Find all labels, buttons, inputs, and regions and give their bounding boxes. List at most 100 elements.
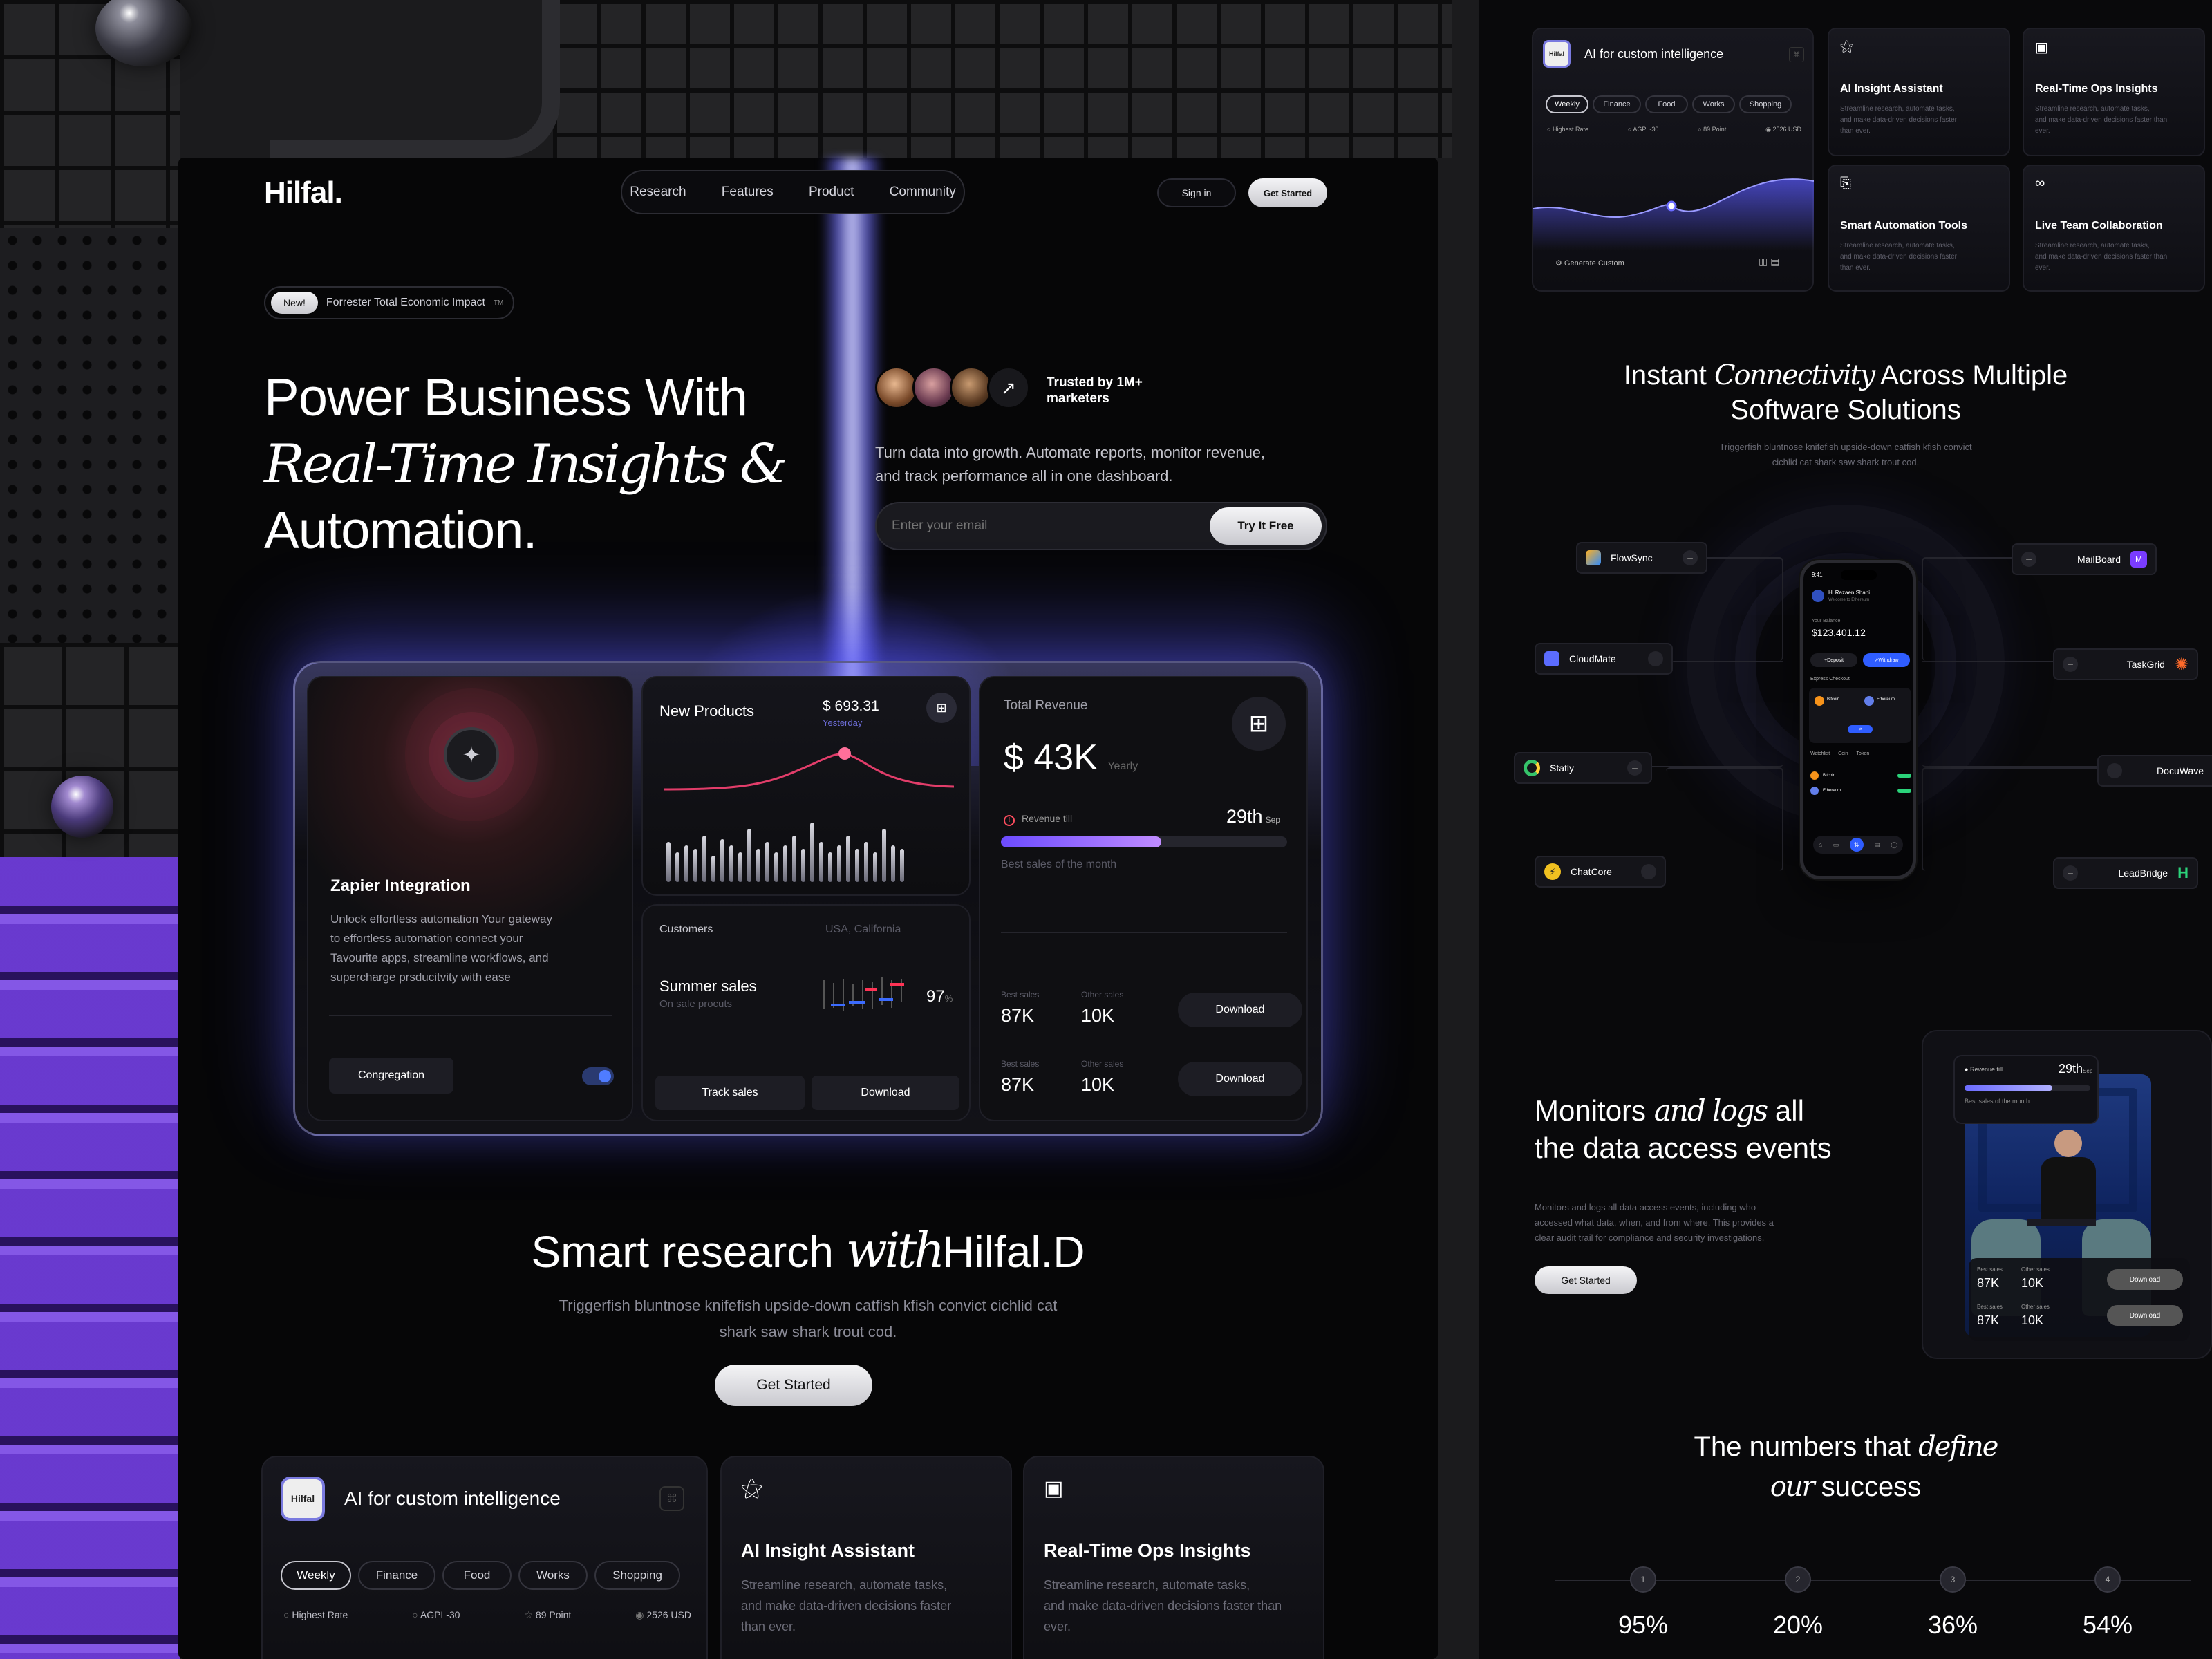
divider <box>329 1015 612 1016</box>
revenue-progress-fill <box>1001 836 1161 847</box>
products-bar <box>891 845 895 882</box>
download-button[interactable]: Download <box>2107 1305 2183 1326</box>
buy-button[interactable]: ⇄ <box>1848 725 1873 733</box>
minus-icon[interactable]: – <box>2107 763 2122 778</box>
products-bar <box>765 842 769 882</box>
minus-icon[interactable]: – <box>2063 865 2078 881</box>
page: Hilfal. Research Features Product Commun… <box>0 0 2212 1659</box>
connector-line <box>1673 661 1783 662</box>
monitor-sales-card: Best sales 87K Other sales 10K Download … <box>1969 1258 2190 1341</box>
products-bar <box>684 845 688 882</box>
connector-line <box>1645 726 1783 767</box>
revenue-amount: $ 43K Yearly <box>1004 738 1138 778</box>
announcement-badge[interactable]: New! Forrester Total Economic Impact TM <box>264 286 515 319</box>
command-icon[interactable]: ⌘ <box>659 1486 684 1511</box>
landing-page: Hilfal. Research Features Product Commun… <box>178 158 1438 1659</box>
customers-download-button[interactable]: Download <box>812 1076 959 1110</box>
phone-tabbar: ⌂ ▭ ⇅ ▤ ◯ <box>1813 836 1903 854</box>
nav-research[interactable]: Research <box>630 185 686 200</box>
wallet-icon[interactable]: ▭ <box>1833 841 1839 849</box>
integration-flowsync[interactable]: FlowSync – <box>1576 542 1707 574</box>
download-button[interactable]: Download <box>1178 1062 1302 1096</box>
tag-weekly[interactable]: Weekly <box>281 1561 351 1590</box>
revenue-date: 29th Sep <box>1226 806 1280 827</box>
home-icon[interactable]: ⌂ <box>1819 841 1822 848</box>
user-icon[interactable]: ◯ <box>1891 841 1897 849</box>
minus-icon[interactable]: – <box>2063 657 2078 672</box>
connector-line <box>1666 767 1783 871</box>
tag-works[interactable]: Works <box>518 1561 588 1590</box>
command-icon[interactable]: ⌘ <box>1789 47 1804 62</box>
integration-statly[interactable]: Statly – <box>1514 752 1652 784</box>
new-badge: New! <box>271 292 318 314</box>
photo-person <box>2054 1130 2082 1157</box>
signin-button[interactable]: Sign in <box>1157 178 1236 207</box>
ai-card-stats: ○ Highest Rate ○ AGPL-30 ☆ 89 Point ◉ 25… <box>283 1609 691 1621</box>
integration-taskgrid[interactable]: – TaskGrid ✺ <box>2053 648 2198 680</box>
hilfal-logo-icon: Hilfal <box>281 1477 325 1521</box>
congregation-button[interactable]: Congregation <box>329 1058 453 1094</box>
arrow-up-right-icon[interactable]: ↗ <box>987 366 1030 409</box>
nav-features[interactable]: Features <box>722 185 774 200</box>
summer-sales-sub: On sale procuts <box>659 998 733 1010</box>
download-button[interactable]: Download <box>1178 993 1302 1027</box>
withdraw-button[interactable]: ↗ Withdraw <box>1863 653 1910 667</box>
integration-cloudmate[interactable]: CloudMate – <box>1535 643 1673 675</box>
minus-icon[interactable]: – <box>1683 550 1698 565</box>
chart-icons[interactable]: ▥ ▤ <box>1759 256 1779 268</box>
deposit-button[interactable]: + Deposit <box>1810 653 1857 667</box>
grid-icon[interactable]: ⊞ <box>926 693 957 723</box>
smart-get-started-button[interactable]: Get Started <box>715 1365 872 1406</box>
toggle-switch[interactable] <box>582 1067 614 1085</box>
tag-shopping[interactable]: Shopping <box>594 1561 680 1590</box>
ai-card-title: AI for custom intelligence <box>344 1488 561 1509</box>
email-input[interactable] <box>892 518 1196 534</box>
leadbridge-icon: H <box>2177 864 2188 881</box>
avatar <box>1812 590 1824 602</box>
monitor-get-started-button[interactable]: Get Started <box>1535 1266 1637 1294</box>
track-sales-button[interactable]: Track sales <box>655 1076 805 1110</box>
hero-line-3: Automation. <box>264 501 538 560</box>
integration-mailboard[interactable]: – MailBoard M <box>2012 543 2157 575</box>
minus-icon[interactable]: – <box>1648 651 1663 666</box>
trusted-text: Trusted by 1M+ marketers <box>1047 375 1143 406</box>
connector-line <box>1922 557 2025 661</box>
products-bar <box>774 852 778 882</box>
integration-leadbridge[interactable]: – LeadBridge H <box>2053 857 2198 889</box>
background-stairs <box>0 857 180 1659</box>
products-bar <box>747 829 751 882</box>
swap-icon[interactable]: ⇅ <box>1849 838 1864 852</box>
feature-card-insight: ⚝ AI Insight Assistant Streamline resear… <box>720 1456 1012 1659</box>
monitor-image-card: ● Revenue till 29thSep Best sales of the… <box>1922 1030 2212 1359</box>
zapier-title: Zapier Integration <box>330 877 471 895</box>
summer-sales-chart <box>823 977 904 1011</box>
background-sphere <box>51 776 113 838</box>
smart-research-title: Smart research withHilfal.D <box>531 1222 1085 1279</box>
mailboard-icon: M <box>2130 551 2147 568</box>
get-started-button[interactable]: Get Started <box>1248 178 1327 207</box>
minus-icon[interactable]: – <box>2021 552 2036 567</box>
tag-food[interactable]: Food <box>442 1561 512 1590</box>
tag-finance[interactable]: Finance <box>358 1561 435 1590</box>
products-bar-chart <box>666 816 950 882</box>
brand-logo[interactable]: Hilfal. <box>264 176 343 210</box>
phone-tabs: Watchlist Coin Token <box>1810 751 1870 756</box>
products-date: Yesterday <box>823 718 863 728</box>
step-marker: 3 <box>1940 1566 1966 1593</box>
integration-docuwave[interactable]: – DocuWave <box>2097 755 2212 787</box>
nav-product[interactable]: Product <box>809 185 854 200</box>
hero-line-1: Power Business With <box>264 368 748 427</box>
minus-icon[interactable]: – <box>1641 864 1656 879</box>
download-button[interactable]: Download <box>2107 1269 2183 1290</box>
magic-wand-icon: ⚝ <box>741 1475 763 1500</box>
bitcoin-icon <box>1815 696 1824 706</box>
products-bar <box>720 838 724 882</box>
generate-custom-button[interactable]: ⚙ Generate Custom <box>1555 259 1624 268</box>
chart-icon[interactable]: ▤ <box>1874 841 1880 849</box>
apps-icon[interactable]: ⊞ <box>1232 697 1286 751</box>
try-free-button[interactable]: Try It Free <box>1210 507 1322 545</box>
nav-community[interactable]: Community <box>890 185 956 200</box>
integration-chatcore[interactable]: ⚡ ChatCore – <box>1535 856 1666 888</box>
minus-icon[interactable]: – <box>1627 760 1642 776</box>
products-bar <box>810 822 814 882</box>
